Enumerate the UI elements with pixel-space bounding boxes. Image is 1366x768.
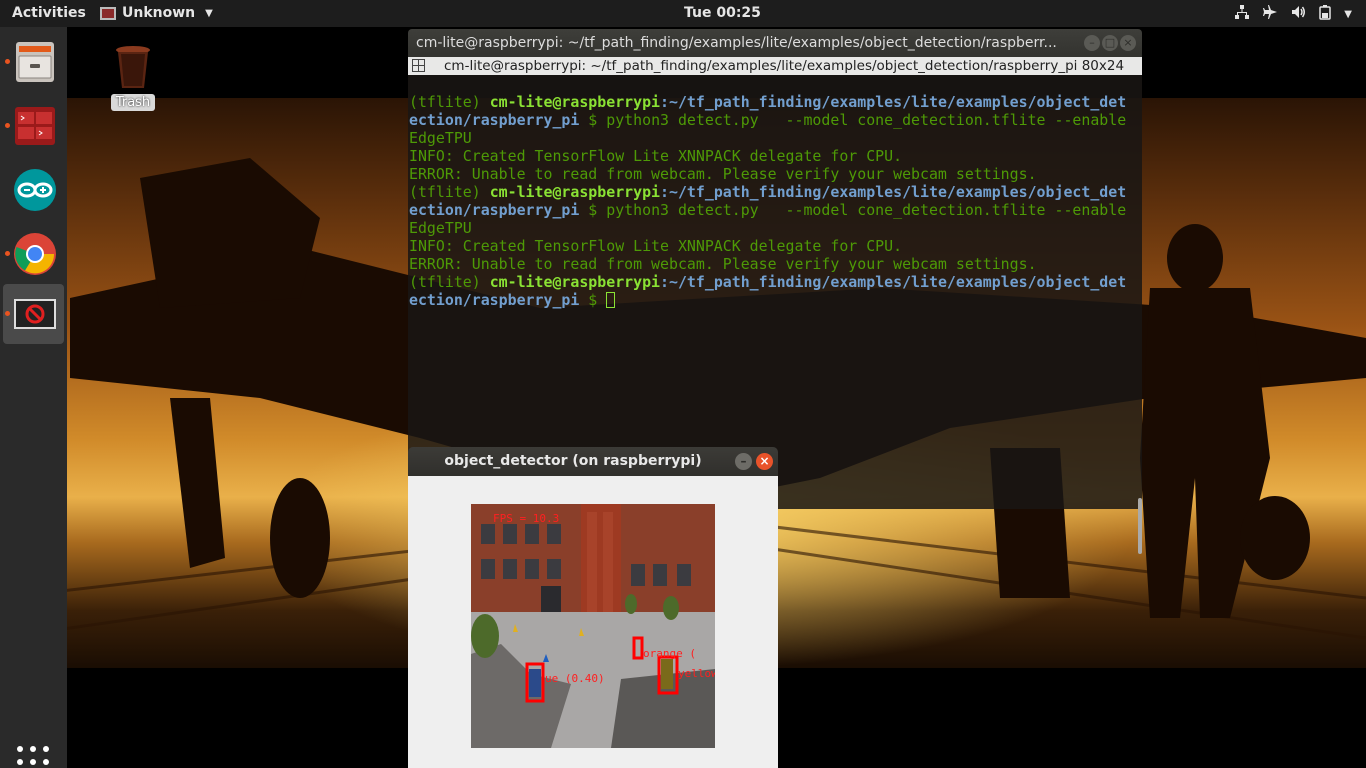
running-indicator [5,251,10,256]
minimize-icon[interactable]: – [1084,35,1100,51]
detector-titlebar[interactable]: object_detector (on raspberrypi) – × [408,447,778,476]
terminal-line: EdgeTPU [409,129,472,147]
dock-item-chrome[interactable] [3,224,64,284]
terminal-title: cm-lite@raspberrypi: ~/tf_path_finding/e… [416,35,1057,51]
terminal-line: INFO: Created TensorFlow Lite XNNPACK de… [409,147,903,165]
running-indicator [5,311,10,316]
app-menu[interactable]: Unknown ▼ [100,5,213,21]
fps-label: FPS = 10.3 [493,512,559,525]
maximize-icon[interactable]: □ [1102,35,1118,51]
terminal-line: EdgeTPU [409,219,472,237]
dock-item-files[interactable] [3,32,64,92]
terminal-line: ERROR: Unable to read from webcam. Pleas… [409,165,1037,183]
clock[interactable]: Tue 00:25 [684,5,761,21]
trash-icon [115,44,151,90]
red-terminal-icon [15,107,55,145]
dock-item-terminal-app[interactable] [3,96,64,156]
terminal-tab-label[interactable]: cm-lite@raspberrypi: ~/tf_path_finding/e… [444,57,1124,75]
running-indicator [5,123,10,128]
network-icon[interactable] [1234,4,1250,24]
minimize-icon[interactable]: – [735,453,752,470]
app-menu-icon [100,7,116,20]
detection-label-orange: orange ( [643,647,696,660]
camera-frame: FPS = 10.3 ue (0.40) orange ( yellow [471,504,715,748]
dock [0,27,67,768]
trash-label: Trash [110,94,156,111]
terminal-cursor [606,292,616,308]
terminal-window[interactable]: cm-lite@raspberrypi: ~/tf_path_finding/e… [408,29,1142,554]
terminal-tab-bar[interactable]: cm-lite@raspberrypi: ~/tf_path_finding/e… [408,57,1142,75]
chevron-down-icon: ▼ [205,7,213,19]
chrome-icon [14,233,56,275]
top-bar: Activities Unknown ▼ Tue 00:25 ▼ [0,0,1366,27]
app-menu-label: Unknown [122,5,196,21]
terminal-titlebar[interactable]: cm-lite@raspberrypi: ~/tf_path_finding/e… [408,29,1142,57]
detector-title: object_detector (on raspberrypi) [444,453,702,469]
new-tab-icon[interactable] [412,59,425,72]
terminal-line: ERROR: Unable to read from webcam. Pleas… [409,255,1037,273]
terminal-line: INFO: Created TensorFlow Lite XNNPACK de… [409,237,903,255]
activities-button[interactable]: Activities [12,5,86,21]
file-cabinet-icon [16,42,54,82]
terminal-line: ection/raspberry_pi $ python3 detect.py … [409,201,1127,219]
terminal-line: ection/raspberry_pi $ python3 detect.py … [409,111,1127,129]
terminal-line: (tflite) cm-lite@raspberrypi:~/tf_path_f… [409,183,1127,201]
terminal-line: (tflite) cm-lite@raspberrypi:~/tf_path_f… [409,273,1127,291]
terminal-prompt-line: ection/raspberry_pi $ [409,291,1142,309]
terminal-output[interactable]: (tflite) cm-lite@raspberrypi:~/tf_path_f… [408,75,1142,554]
terminal-scrollbar[interactable] [1138,498,1142,554]
close-icon[interactable]: × [1120,35,1136,51]
object-detector-window[interactable]: object_detector (on raspberrypi) – × FPS… [408,447,778,768]
trash-desktop-icon[interactable]: Trash [108,44,158,111]
battery-icon[interactable] [1318,4,1332,24]
volume-icon[interactable] [1290,4,1306,24]
apps-grid-icon[interactable] [17,746,49,768]
detection-label-right: yellow [678,667,715,680]
power-menu-chevron-icon[interactable]: ▼ [1344,9,1352,20]
terminal-line: (tflite) cm-lite@raspberrypi:~/tf_path_f… [409,93,1127,111]
system-tray[interactable]: ▼ [1234,4,1352,24]
detector-body: FPS = 10.3 ue (0.40) orange ( yellow [408,476,778,768]
detection-label-blue: ue (0.40) [545,672,605,685]
dock-item-unknown-app[interactable] [3,284,64,344]
running-indicator [5,59,10,64]
close-icon[interactable]: × [756,453,773,470]
airplane-mode-icon[interactable] [1262,4,1278,24]
no-entry-window-icon [14,299,56,329]
dock-item-arduino[interactable] [3,160,64,220]
arduino-icon [14,169,56,211]
